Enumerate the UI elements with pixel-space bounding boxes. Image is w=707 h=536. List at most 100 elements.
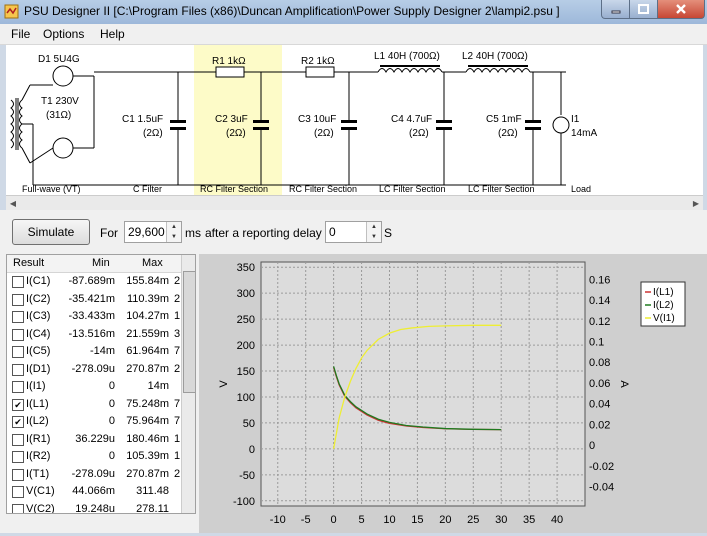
x-tick-label: 10 [383,514,395,526]
result-row[interactable]: I(T1) -278.09u 270.87m 2 [7,466,181,483]
legend-entry: I(L1) [653,287,674,298]
y-tick-label: -100 [233,496,255,508]
l2-label: L2 40H (700Ω) [462,51,528,62]
results-scrollbar[interactable] [181,255,195,513]
result-name: I(D1) [26,362,51,375]
schematic-canvas[interactable]: D1 5U4G T1 230V (31Ω) C1 1.5uF (2Ω) R1 1… [6,45,703,195]
spin-up-icon[interactable]: ▲ [167,222,181,232]
menu-file[interactable]: File [11,27,30,41]
result-name: I(C5) [26,345,51,357]
scroll-left-icon[interactable]: ◀ [6,196,20,210]
result-max: 311.48 [136,485,169,497]
duration-input[interactable] [125,222,166,242]
result-checkbox[interactable] [12,433,24,446]
result-name: I(L1) [26,397,49,410]
r2-label: R2 1kΩ [301,56,335,67]
simulate-button[interactable]: Simulate [12,219,90,245]
x-tick-label: -10 [270,514,286,526]
maximize-button[interactable] [629,0,658,19]
result-checkbox[interactable] [12,276,24,288]
result-checkbox[interactable] [12,381,24,393]
legend-entry: I(L2) [653,300,674,311]
duration-spin-arrows[interactable]: ▲ ▼ [166,222,181,242]
delay-input[interactable] [326,222,366,242]
result-checkbox[interactable] [12,363,24,376]
result-row[interactable]: ✔ I(L2) 0 75.964m 7 [7,413,181,430]
section-label: RC Filter Section [289,184,357,194]
simulation-chart[interactable]: -100-50050100150200250300350-10 -5 0 5 10 15 2… [199,254,707,533]
header-result[interactable]: Result [13,257,44,269]
result-checkbox[interactable] [12,451,24,463]
result-name: V(C1) [26,485,55,497]
result-max: 105.39m [126,450,169,462]
x-tick-label: -5 [301,514,311,526]
close-button[interactable] [657,0,705,19]
section-label: C Filter [133,184,162,194]
result-row[interactable]: V(C1) 44.066m 311.48 [7,483,181,500]
result-name: I(C1) [26,275,51,287]
x-tick-label: 15 [411,514,423,526]
transformer-resistance: (31Ω) [46,110,71,121]
result-checkbox[interactable] [12,311,24,323]
result-row[interactable]: I(C2) -35.421m 110.39m 2 [7,291,181,308]
result-row[interactable]: I(C5) -14m 61.964m 7 [7,343,181,360]
minimize-button[interactable] [601,0,630,19]
delay-spinner[interactable]: ▲▼ [325,221,382,243]
plot-panel[interactable]: -100 -50 0 50 100 150 200 250 300 350 -10 -5 0 5 10 15 2… [199,254,707,533]
y2-tick-label: 0.06 [589,378,610,390]
result-checkbox[interactable]: ✔ [12,398,24,411]
scroll-thumb[interactable] [183,271,195,393]
spin-down-icon[interactable]: ▼ [167,232,181,242]
result-checkbox[interactable] [12,486,24,498]
y-tick-label: 250 [237,314,255,326]
menu-help[interactable]: Help [100,27,125,41]
result-max: 21.559m [126,327,169,340]
section-label: LC Filter Section [468,184,535,194]
result-row[interactable]: I(C1) -87.689m 155.84m 2 [7,273,181,290]
result-row[interactable]: I(D1) -278.09u 270.87m 2 [7,361,181,378]
spin-down-icon[interactable]: ▼ [367,232,381,242]
scroll-right-icon[interactable]: ▶ [689,196,703,210]
result-max: 270.87m [126,362,169,375]
result-min: 44.066m [72,485,115,497]
duration-spinner[interactable]: ▲▼ [124,221,182,243]
x-tick-label: 35 [523,514,535,526]
result-extra: 2 [174,467,181,480]
result-name: V(C2) [26,502,55,514]
result-extra: 2 [174,275,181,287]
result-name: I(R1) [26,432,51,445]
result-row[interactable]: I(I1) 0 14m [7,378,181,395]
result-row[interactable]: ✔ I(L1) 0 75.248m 7 [7,396,181,413]
schematic-hscroll[interactable]: ◀ ▶ [6,195,703,210]
menu-options[interactable]: Options [43,27,84,41]
result-row[interactable]: I(C3) -33.433m 104.27m 1 [7,308,181,325]
section-label: Full-wave (VT) [22,184,81,194]
header-max[interactable]: Max [142,257,163,269]
spin-up-icon[interactable]: ▲ [367,222,381,232]
window-title: PSU Designer II [C:\Program Files (x86)\… [24,4,560,18]
y2-tick-label: 0.08 [589,357,610,369]
result-checkbox[interactable] [12,293,24,306]
results-list[interactable]: Result Min Max I(C1) -87.689m 155.84m 2 I(C2… [6,254,196,514]
menu-bar: File Options Help [0,24,707,45]
after-label: after a reporting delay of [205,226,336,240]
y-axis-label: V [218,380,230,388]
result-extra: 7 [174,345,181,357]
result-extra: 7 [174,397,181,410]
delay-spin-arrows[interactable]: ▲ ▼ [366,222,381,242]
result-checkbox[interactable]: ✔ [12,416,24,428]
result-row[interactable]: I(R2) 0 105.39m 1 [7,448,181,465]
result-checkbox[interactable] [12,346,24,358]
result-row[interactable]: I(R1) 36.229u 180.46m 1 [7,431,181,448]
x-tick-label: 25 [467,514,479,526]
c4-label: C4 4.7uF [391,114,432,125]
result-checkbox[interactable] [12,468,24,481]
y-tick-label: -50 [239,470,255,482]
y2-tick-label: 0 [589,440,595,452]
header-min[interactable]: Min [92,257,110,269]
result-checkbox[interactable] [12,328,24,341]
result-checkbox[interactable] [12,503,24,513]
result-row[interactable]: V(C2) 19.248u 278.11 [7,501,181,514]
result-max: 270.87m [126,467,169,480]
result-row[interactable]: I(C4) -13.516m 21.559m 3 [7,326,181,343]
